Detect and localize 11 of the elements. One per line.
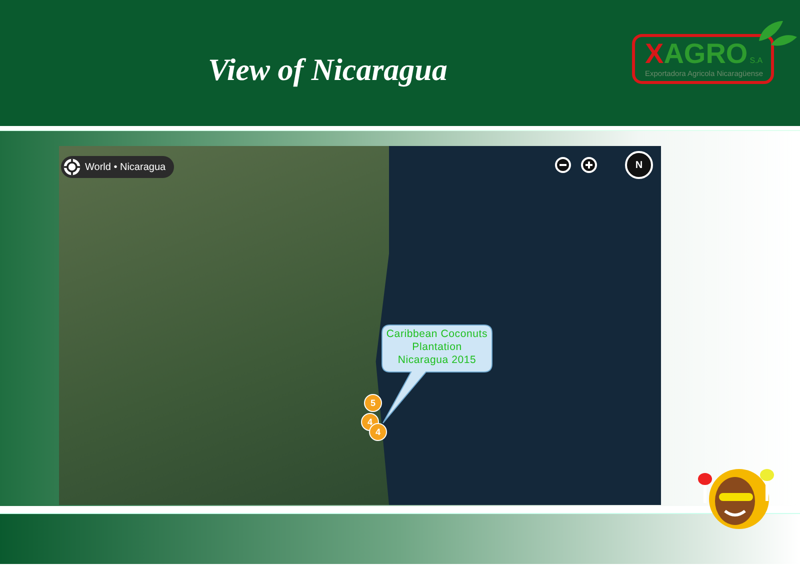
compass-button[interactable]: N: [625, 151, 653, 179]
callout-text: Caribbean Coconuts Plantation Nicaragua 2015: [385, 328, 489, 367]
zoom-out-icon[interactable]: [555, 157, 571, 173]
breadcrumb-text[interactable]: World • Nicaragua: [85, 162, 166, 172]
map-image[interactable]: World • Nicaragua N Caribbean Coconuts Plantation Nicaragua 2015 5 4 4: [59, 146, 661, 505]
logo-suffix: S.A: [750, 56, 763, 65]
logo-wordmark: XAGRO: [645, 39, 748, 69]
breadcrumb[interactable]: World • Nicaragua: [61, 156, 174, 178]
locate-icon[interactable]: [63, 158, 81, 176]
page-title: View of Nicaragua: [208, 52, 448, 88]
zoom-in-icon[interactable]: [581, 157, 597, 173]
